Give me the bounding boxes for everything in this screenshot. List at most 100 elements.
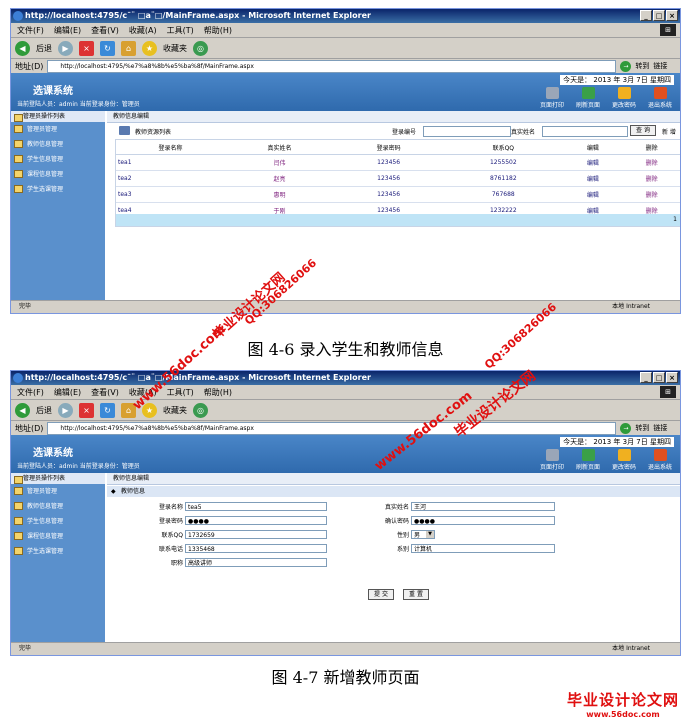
sidebar-item-selection[interactable]: 学生选课管理: [11, 182, 105, 197]
menu-help[interactable]: 帮助(H): [204, 387, 232, 398]
menu-edit[interactable]: 编辑(E): [54, 387, 81, 398]
menu-file[interactable]: 文件(F): [17, 25, 44, 36]
cell-login: tea2: [116, 170, 226, 187]
change-password-button[interactable]: 更改密码: [608, 449, 640, 471]
stop-icon[interactable]: ×: [79, 40, 94, 56]
menu-view[interactable]: 查看(V): [91, 25, 119, 36]
close-icon[interactable]: ×: [666, 372, 678, 383]
form-row-login: 登录名称 tea5: [127, 502, 327, 511]
login-name-input[interactable]: tea5: [185, 502, 327, 511]
favorites-star-icon[interactable]: ★: [142, 40, 157, 56]
edit-link[interactable]: 编辑: [563, 186, 623, 203]
reset-button[interactable]: 重 置: [403, 589, 429, 600]
sidebar-item-admin[interactable]: 管理员管理: [11, 122, 105, 137]
confirm-password-input[interactable]: ●●●●: [411, 516, 555, 525]
app-header: 今天是： 2013 年 3月 7日 星期四 选课系统 当前登陆人员：admin …: [11, 73, 680, 111]
page-number[interactable]: 1: [673, 216, 677, 223]
close-icon[interactable]: ×: [666, 10, 678, 21]
menu-view[interactable]: 查看(V): [91, 387, 119, 398]
menu-tools[interactable]: 工具(T): [167, 25, 194, 36]
delete-link[interactable]: 删除: [622, 186, 680, 203]
menu-file[interactable]: 文件(F): [17, 387, 44, 398]
forward-arrow-icon[interactable]: ▶: [58, 402, 73, 418]
favorites-button[interactable]: 收藏夹: [163, 405, 187, 416]
form-row-confirm: 确认密码 ●●●●: [353, 516, 555, 525]
page-print-button[interactable]: 页面打印: [536, 449, 568, 471]
address-input[interactable]: http://localhost:4795/%e7%a8%8b%e5%ba%8f…: [47, 421, 617, 435]
back-arrow-icon[interactable]: ◀: [15, 402, 30, 418]
main-content: 教师信息编辑 教师资源列表 登录编号 真实姓名 查 询 新 增 登录名称 真实姓…: [107, 111, 680, 300]
change-password-button[interactable]: 更改密码: [608, 87, 640, 109]
delete-link[interactable]: 删除: [622, 170, 680, 187]
section-title: 教师信息: [121, 488, 146, 495]
cell-qq: 1255502: [443, 154, 564, 171]
address-input[interactable]: http://localhost:4795/%e7%a8%8b%e5%ba%8f…: [47, 59, 617, 73]
address-bar: 地址(D) http://localhost:4795/%e7%a8%8b%e5…: [11, 59, 680, 74]
qq-input[interactable]: 1732659: [185, 530, 327, 539]
links-button[interactable]: 链接: [653, 423, 667, 433]
edit-link[interactable]: 编辑: [563, 170, 623, 187]
sidebar-item-course[interactable]: 课程信息管理: [11, 167, 105, 182]
submit-button[interactable]: 提 交: [368, 589, 394, 600]
back-button[interactable]: 后退: [36, 405, 52, 416]
add-button[interactable]: 新 增: [662, 127, 676, 136]
query-button[interactable]: 查 询: [630, 125, 656, 136]
folder-icon: [14, 185, 23, 193]
media-icon[interactable]: ◎: [193, 40, 208, 56]
forward-arrow-icon[interactable]: ▶: [58, 40, 73, 56]
page-print-button[interactable]: 页面打印: [536, 87, 568, 109]
maximize-icon[interactable]: □: [653, 10, 665, 21]
app-header: 今天是： 2013 年 3月 7日 星期四 选课系统 当前登陆人员：admin …: [11, 435, 680, 473]
refresh-icon[interactable]: ↻: [100, 40, 115, 56]
sidebar-head-label: 管理员操作列表: [23, 475, 66, 482]
minimize-icon[interactable]: _: [640, 10, 652, 21]
back-arrow-icon[interactable]: ◀: [15, 40, 30, 56]
table-header: 登录名称 真实姓名 登录密码 联系QQ 编辑 删除: [116, 140, 680, 155]
list-icon: [119, 126, 130, 135]
password-input[interactable]: ●●●●: [185, 516, 327, 525]
refresh-page-button[interactable]: 刷新页面: [572, 449, 604, 471]
media-icon[interactable]: ◎: [193, 402, 208, 418]
edit-link[interactable]: 编辑: [563, 154, 623, 171]
menu-tools[interactable]: 工具(T): [167, 387, 194, 398]
phone-input[interactable]: 1335468: [185, 544, 327, 553]
sidebar-item-teacher[interactable]: 教师信息管理: [11, 137, 105, 152]
sidebar-item-student[interactable]: 学生信息管理: [11, 152, 105, 167]
sidebar-item-label: 学生选课管理: [27, 186, 64, 193]
field-label: 联系电话: [158, 546, 183, 553]
minimize-icon[interactable]: _: [640, 372, 652, 383]
links-button[interactable]: 链接: [653, 61, 667, 71]
refresh-icon[interactable]: ↻: [100, 402, 115, 418]
delete-link[interactable]: 删除: [622, 154, 680, 171]
menu-favorites[interactable]: 收藏(A): [129, 25, 157, 36]
exit-system-button[interactable]: 退出系统: [644, 449, 676, 471]
gender-select[interactable]: 男 ▼: [411, 530, 435, 539]
sidebar-item-teacher[interactable]: 教师信息管理: [11, 499, 105, 514]
back-button[interactable]: 后退: [36, 43, 52, 54]
exit-system-button[interactable]: 退出系统: [644, 87, 676, 109]
search-name-input[interactable]: [542, 126, 628, 137]
refresh-page-button[interactable]: 刷新页面: [572, 87, 604, 109]
menu-help[interactable]: 帮助(H): [204, 25, 232, 36]
search-login-input[interactable]: [423, 126, 511, 137]
go-button[interactable]: 转到: [635, 423, 649, 433]
go-arrow-icon[interactable]: →: [620, 422, 632, 434]
sidebar-item-course[interactable]: 课程信息管理: [11, 529, 105, 544]
sidebar-item-student[interactable]: 学生信息管理: [11, 514, 105, 529]
menu-edit[interactable]: 编辑(E): [54, 25, 81, 36]
maximize-icon[interactable]: □: [653, 372, 665, 383]
cell-login: tea3: [116, 186, 226, 203]
home-icon[interactable]: ⌂: [121, 40, 136, 56]
chevron-down-icon: ▼: [426, 531, 434, 538]
favorites-button[interactable]: 收藏夹: [163, 43, 187, 54]
stop-icon[interactable]: ×: [79, 402, 94, 418]
go-arrow-icon[interactable]: →: [620, 60, 632, 72]
department-input[interactable]: 计算机: [411, 544, 555, 553]
sidebar-item-selection[interactable]: 学生选课管理: [11, 544, 105, 559]
go-button[interactable]: 转到: [635, 61, 649, 71]
breadcrumb: 教师信息编辑: [107, 111, 680, 123]
real-name-input[interactable]: 王河: [411, 502, 555, 511]
title-input[interactable]: 高级讲师: [185, 558, 327, 567]
sidebar-item-admin[interactable]: 管理员管理: [11, 484, 105, 499]
sidebar-item-label: 学生信息管理: [27, 518, 64, 525]
